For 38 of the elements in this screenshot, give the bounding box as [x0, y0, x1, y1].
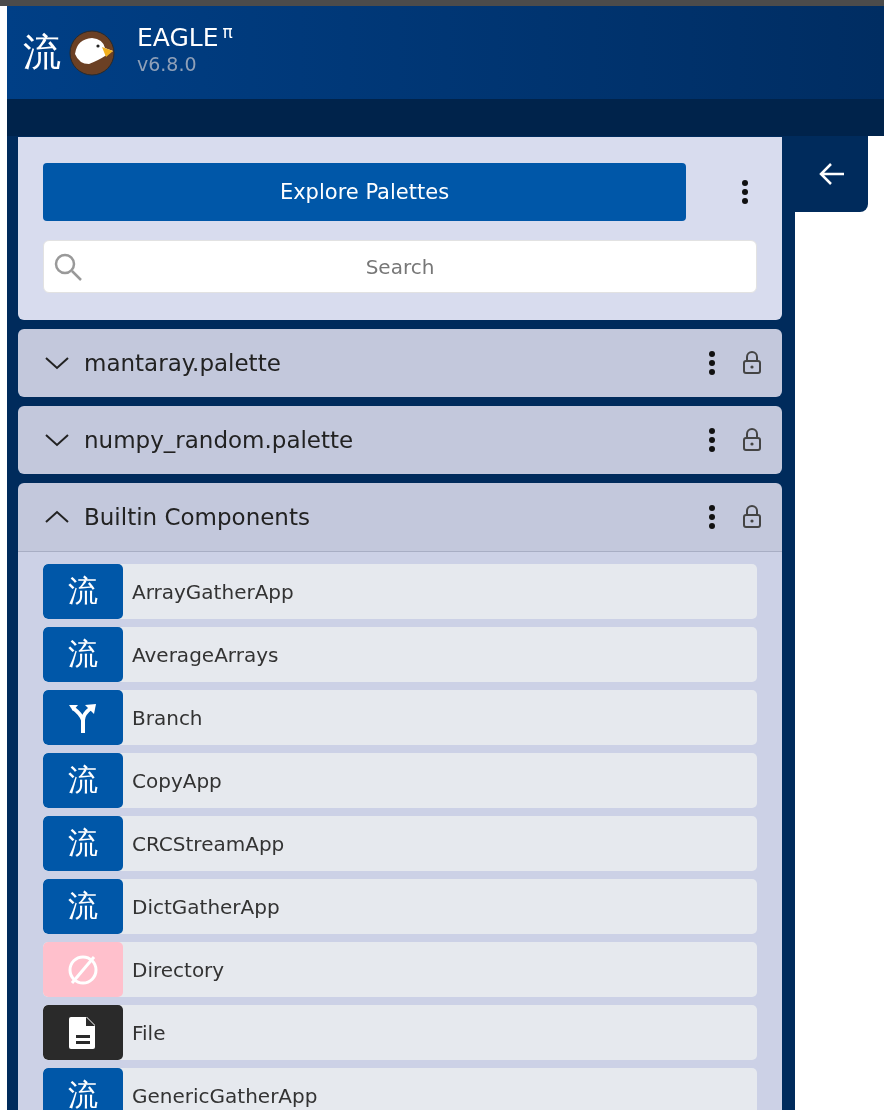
flow-glyph-icon: 流: [68, 1075, 98, 1110]
eagle-logo-icon: [69, 29, 115, 76]
component-item[interactable]: Directory: [43, 942, 757, 997]
component-item[interactable]: 流 AverageArrays: [43, 627, 757, 682]
flow-glyph-icon: 流: [68, 760, 98, 801]
logo-glyph: 流: [23, 29, 61, 76]
palette-name[interactable]: numpy_random.palette: [84, 427, 708, 453]
component-item[interactable]: 流 CRCStreamApp: [43, 816, 757, 871]
search-icon: [53, 252, 83, 282]
chevron-down-icon[interactable]: [44, 355, 70, 371]
file-icon: [68, 1014, 98, 1051]
more-options-icon[interactable]: [708, 350, 716, 376]
version-label: v6.8.0: [137, 52, 198, 75]
component-item[interactable]: 流 CopyApp: [43, 753, 757, 808]
search-field[interactable]: Search: [43, 240, 757, 293]
component-item[interactable]: File: [43, 1005, 757, 1060]
component-item[interactable]: 流 ArrayGatherApp: [43, 564, 757, 619]
arrow-left-icon: [817, 162, 846, 186]
palette-name[interactable]: mantaray.palette: [84, 350, 708, 376]
flow-glyph-icon: 流: [68, 571, 98, 612]
more-options-icon[interactable]: [741, 179, 749, 205]
explore-palettes-button[interactable]: Explore Palettes: [43, 163, 686, 221]
app-title: EAGLE $^{π}$: [137, 22, 233, 53]
flow-glyph-icon: 流: [68, 886, 98, 927]
lock-icon[interactable]: [742, 505, 762, 529]
more-options-icon[interactable]: [708, 427, 716, 453]
lock-icon[interactable]: [742, 351, 762, 375]
flow-glyph-icon: 流: [68, 634, 98, 675]
flow-glyph-icon: 流: [68, 823, 98, 864]
component-item[interactable]: 流 GenericGatherApp: [43, 1068, 757, 1110]
palette-name[interactable]: Builtin Components: [84, 504, 708, 530]
component-item[interactable]: Branch: [43, 690, 757, 745]
back-button[interactable]: [795, 136, 868, 212]
more-options-icon[interactable]: [708, 504, 716, 530]
chevron-up-icon[interactable]: [44, 509, 70, 525]
chevron-down-icon[interactable]: [44, 432, 70, 448]
lock-icon[interactable]: [742, 428, 762, 452]
component-item[interactable]: 流 DictGatherApp: [43, 879, 757, 934]
